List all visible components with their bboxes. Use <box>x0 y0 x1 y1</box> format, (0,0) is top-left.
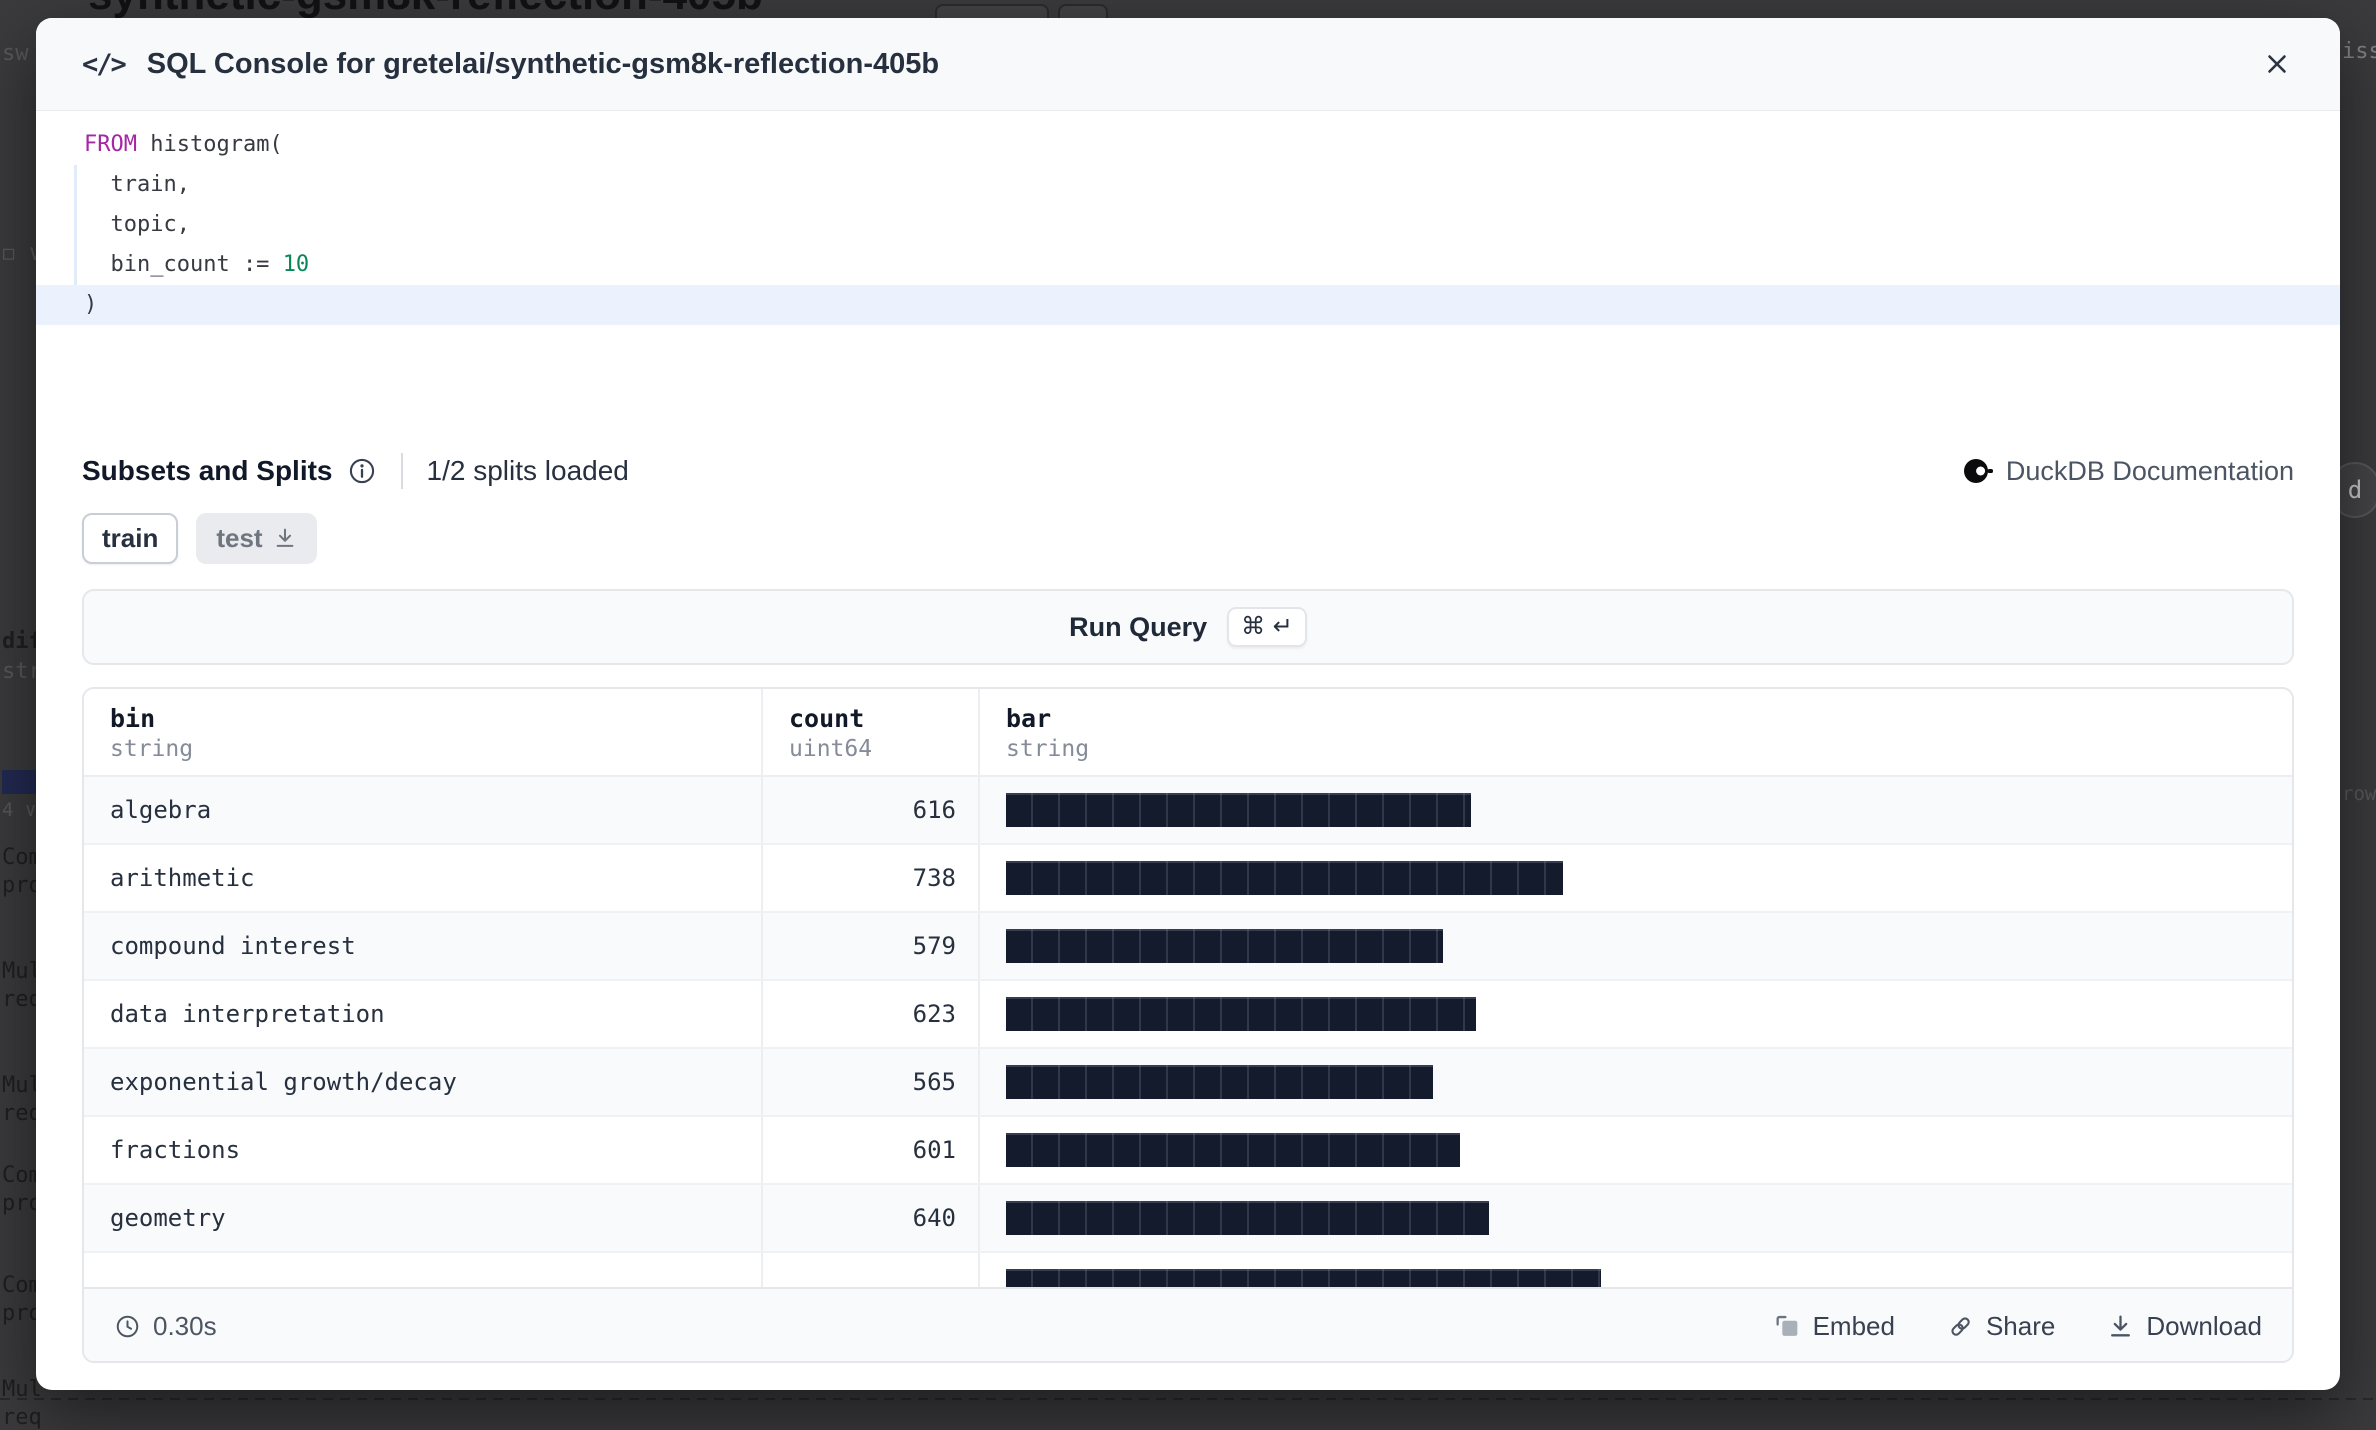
table-row-partial <box>84 1253 2292 1287</box>
histogram-bar <box>1006 1065 1433 1099</box>
divider <box>401 453 403 489</box>
cell-count: 601 <box>763 1117 980 1183</box>
modal-title: SQL Console for gretelai/synthetic-gsm8k… <box>147 48 939 81</box>
cell-bin: fractions <box>84 1117 763 1183</box>
share-button[interactable]: Share <box>1947 1311 2055 1342</box>
backdrop-page-header: synthetic-gsm8k-reflection-405b <box>0 0 2376 18</box>
embed-button[interactable]: Embed <box>1774 1311 1895 1342</box>
cell-count <box>763 1253 980 1287</box>
modal-header: </> SQL Console for gretelai/synthetic-g… <box>36 18 2340 111</box>
duckdb-doc-link[interactable]: DuckDB Documentation <box>1964 456 2294 487</box>
embed-icon <box>1774 1313 1801 1340</box>
table-row: exponential growth/decay565 <box>84 1049 2292 1117</box>
sql-editor[interactable]: FROM histogram( train, topic, bin_count … <box>36 111 2340 423</box>
column-header-bar: bar string <box>980 689 2292 775</box>
cell-count: 616 <box>763 777 980 843</box>
share-link-icon <box>1947 1313 1974 1340</box>
table-row: fractions601 <box>84 1117 2292 1185</box>
duckdb-doc-label: DuckDB Documentation <box>2006 456 2294 487</box>
cmd-enter-kbd: ⌘ ↵ <box>1227 607 1307 647</box>
cell-bar <box>980 1253 2292 1287</box>
code-line: train, <box>36 165 2340 205</box>
code-icon: </> <box>82 49 125 80</box>
backdrop-button-fragment <box>935 4 1049 18</box>
cell-count: 640 <box>763 1185 980 1251</box>
cell-bar <box>980 981 2292 1047</box>
column-header-bin: bin string <box>84 689 763 775</box>
backdrop-text-fragment: issa <box>2342 40 2376 64</box>
code-line: topic, <box>36 205 2340 245</box>
cell-bar <box>980 913 2292 979</box>
info-button[interactable] <box>347 456 377 486</box>
subsets-heading: Subsets and Splits <box>82 455 333 487</box>
run-query-button[interactable]: Run Query ⌘ ↵ <box>82 589 2294 665</box>
column-header-count: count uint64 <box>763 689 980 775</box>
cell-count: 565 <box>763 1049 980 1115</box>
clock-icon <box>114 1313 141 1340</box>
histogram-bar <box>1006 1133 1460 1167</box>
backdrop-dotted-divider <box>0 1398 2376 1400</box>
cell-bin: data interpretation <box>84 981 763 1047</box>
results-footer: 0.30s Embed <box>84 1287 2292 1363</box>
histogram-bar <box>1006 929 1443 963</box>
table-row: algebra616 <box>84 777 2292 845</box>
backdrop-text-fragment: sw <box>2 42 29 66</box>
cell-count: 579 <box>763 913 980 979</box>
histogram-bar <box>1006 997 1476 1031</box>
close-icon <box>2262 49 2292 79</box>
table-row: data interpretation623 <box>84 981 2292 1049</box>
backdrop-text-fragment: row <box>2342 782 2376 806</box>
cell-count: 738 <box>763 845 980 911</box>
backdrop-text-fragment: 4 ∨ <box>2 798 36 822</box>
download-split-icon <box>273 526 297 550</box>
cell-count: 623 <box>763 981 980 1047</box>
duckdb-logo-icon <box>1964 458 1994 484</box>
histogram-bar <box>1006 1269 1601 1287</box>
cell-bin: geometry <box>84 1185 763 1251</box>
info-icon <box>347 456 377 486</box>
backdrop-button-fragment <box>1058 4 1108 18</box>
run-query-label: Run Query <box>1069 612 1207 643</box>
cell-bin: exponential growth/decay <box>84 1049 763 1115</box>
indent-guide <box>74 165 77 285</box>
cell-bin: algebra <box>84 777 763 843</box>
download-button[interactable]: Download <box>2107 1311 2262 1342</box>
table-body: algebra616arithmetic738compound interest… <box>84 777 2292 1287</box>
cell-bar <box>980 1117 2292 1183</box>
close-button[interactable] <box>2258 45 2296 83</box>
split-button-test[interactable]: test <box>196 513 316 564</box>
code-line: bin_count := 10 <box>36 245 2340 285</box>
cell-bin <box>84 1253 763 1287</box>
histogram-bar <box>1006 861 1563 895</box>
splits-loaded-status: 1/2 splits loaded <box>427 455 629 487</box>
backdrop-dataset-title: synthetic-gsm8k-reflection-405b <box>88 0 763 18</box>
query-elapsed-time: 0.30s <box>153 1311 217 1342</box>
split-test-label: test <box>216 523 262 554</box>
table-row: arithmetic738 <box>84 845 2292 913</box>
download-icon <box>2107 1313 2134 1340</box>
split-train-label: train <box>102 523 158 554</box>
code-line: FROM histogram( <box>36 125 2340 165</box>
sql-console-modal: </> SQL Console for gretelai/synthetic-g… <box>36 18 2340 1390</box>
split-button-train[interactable]: train <box>82 513 178 564</box>
backdrop-text-fragment <box>2 770 38 794</box>
cell-bin: arithmetic <box>84 845 763 911</box>
table-row: compound interest579 <box>84 913 2292 981</box>
results-table: bin string count uint64 bar string algeb… <box>82 687 2294 1363</box>
cell-bar <box>980 777 2292 843</box>
cell-bin: compound interest <box>84 913 763 979</box>
cell-bar <box>980 1185 2292 1251</box>
histogram-bar <box>1006 793 1471 827</box>
histogram-bar <box>1006 1201 1489 1235</box>
cell-bar <box>980 845 2292 911</box>
code-line-active: ) <box>36 285 2340 325</box>
table-header-row: bin string count uint64 bar string <box>84 689 2292 777</box>
cell-bar <box>980 1049 2292 1115</box>
table-row: geometry640 <box>84 1185 2292 1253</box>
